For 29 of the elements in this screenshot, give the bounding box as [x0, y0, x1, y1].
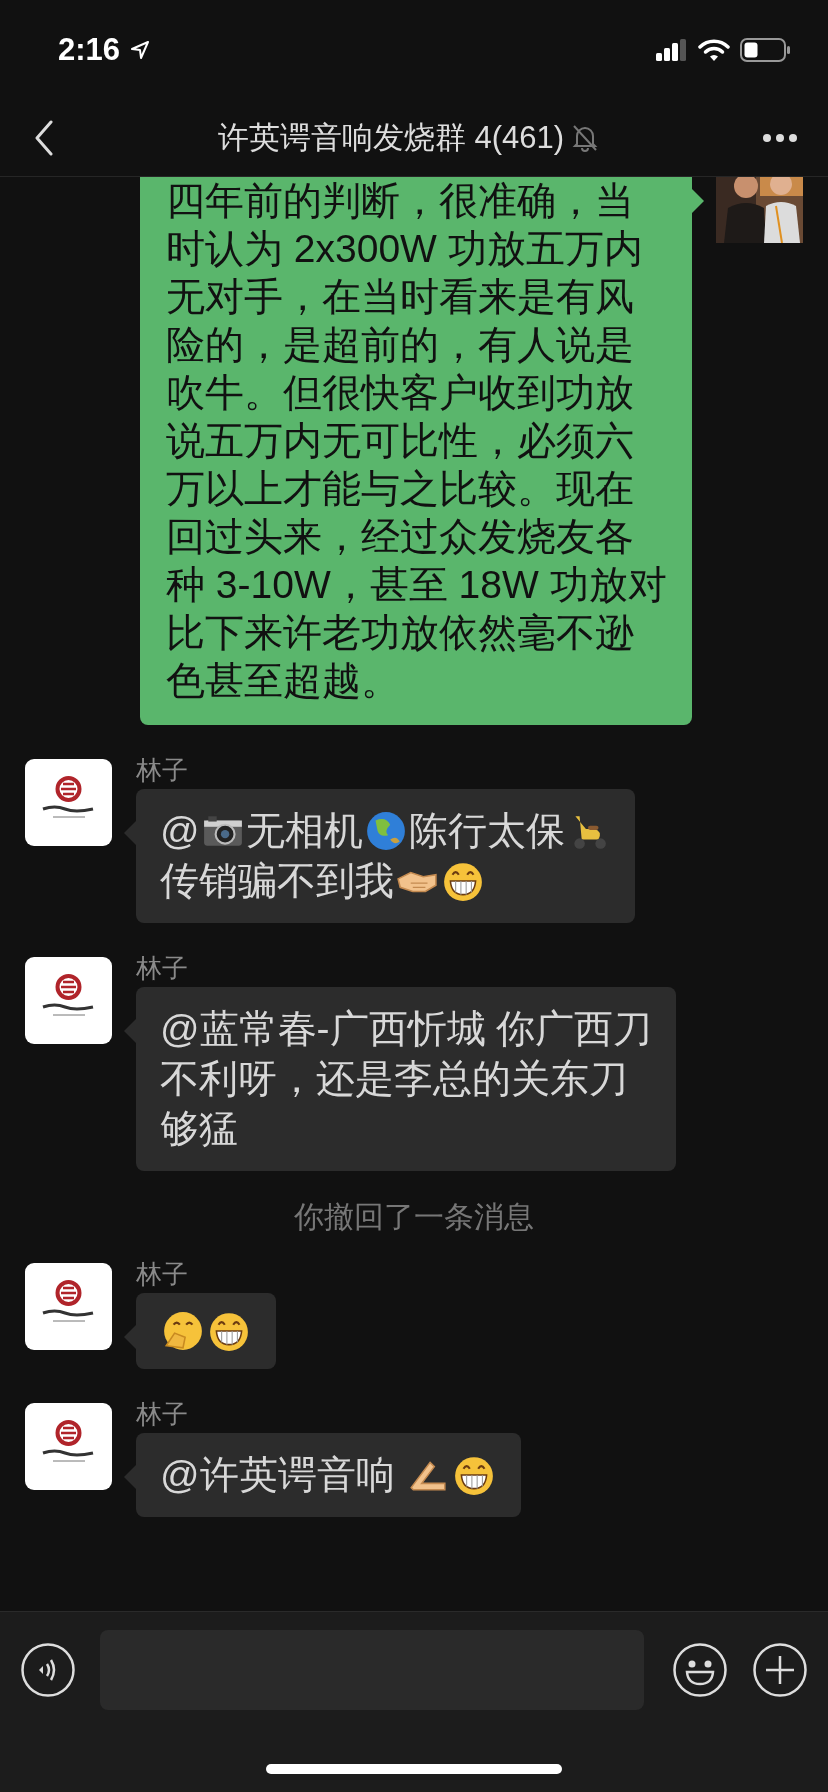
system-notice: 你撤回了一条消息 — [294, 1199, 534, 1235]
avatar[interactable] — [25, 957, 112, 1044]
status-time: 2:16 — [58, 32, 121, 68]
grinning-face-icon — [208, 1310, 250, 1352]
avatar[interactable] — [25, 759, 112, 846]
globe-icon — [364, 810, 407, 852]
add-icon[interactable] — [752, 1642, 808, 1698]
bubble-tail — [124, 821, 136, 845]
battery-icon — [740, 38, 790, 62]
grinning-face-icon — [453, 1454, 496, 1496]
avatar[interactable] — [25, 1403, 112, 1490]
hand-over-mouth-face-icon — [162, 1310, 204, 1352]
grinning-face-icon — [442, 860, 484, 902]
bubble-tail — [124, 1465, 136, 1489]
voice-icon[interactable] — [20, 1642, 76, 1698]
bubble-tail — [692, 189, 704, 213]
location-arrow-icon — [130, 40, 151, 60]
sender-name: 林子 — [136, 1399, 188, 1429]
signal-icon — [656, 39, 688, 61]
more-icon[interactable] — [762, 133, 798, 143]
chat-title: 许英谔音响发烧群 4(461) — [217, 119, 565, 157]
sender-name: 林子 — [136, 953, 188, 983]
emoji-icon[interactable] — [672, 1642, 728, 1698]
bubble-tail — [124, 1019, 136, 1043]
sender-name: 林子 — [136, 755, 188, 785]
back-icon[interactable] — [34, 120, 54, 156]
wifi-icon — [698, 38, 730, 62]
avatar[interactable] — [25, 1263, 112, 1350]
sender-name: 林子 — [136, 1259, 188, 1289]
